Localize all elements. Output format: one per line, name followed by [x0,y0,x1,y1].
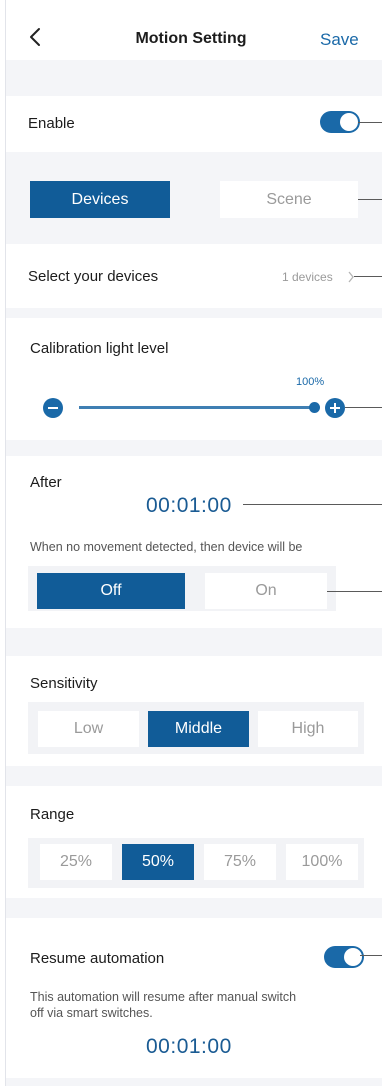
callout-line [358,199,382,200]
callout-line [243,504,382,505]
after-card: After 00:01:00 When no movement detected… [6,456,382,628]
select-devices-row[interactable]: Select your devices 1 devices [6,244,382,308]
after-description: When no movement detected, then device w… [30,540,303,554]
range-25[interactable]: 25% [40,844,112,880]
option-on[interactable]: On [205,573,327,609]
resume-label: Resume automation [30,950,165,967]
save-button[interactable]: Save [320,30,359,50]
tab-scene[interactable]: Scene [220,181,358,218]
enable-label: Enable [28,115,75,132]
sensitivity-middle[interactable]: Middle [148,711,249,747]
range-card: Range 25% 50% 75% 100% [6,786,382,898]
option-off[interactable]: Off [37,573,185,609]
sensitivity-card: Sensitivity Low Middle High [6,656,382,766]
sensitivity-label: Sensitivity [30,675,98,692]
resume-description-line1: This automation will resume after manual… [30,990,297,1004]
resume-description-line2: off via smart switches. [30,1006,153,1020]
calibration-slider-thumb[interactable] [309,402,320,413]
toggle-knob [340,113,358,131]
calibration-card: Calibration light level 100% [6,318,382,440]
callout-line [327,591,382,592]
motion-setting-screen: Motion Setting Save Enable Devices Scene… [0,0,382,1086]
callout-line [358,122,382,123]
select-devices-label: Select your devices [28,268,159,285]
range-75[interactable]: 75% [204,844,276,880]
tab-devices[interactable]: Devices [30,181,170,218]
callout-line [345,407,382,408]
range-label: Range [30,806,75,823]
resume-card: Resume automation This automation will r… [6,918,382,1078]
device-count: 1 devices [282,270,333,284]
chevron-right-icon [348,271,354,283]
resume-time[interactable]: 00:01:00 [146,1035,232,1059]
resume-toggle[interactable] [324,946,364,968]
sensitivity-high[interactable]: High [258,711,358,747]
enable-row: Enable [6,96,382,152]
after-label: After [30,474,62,491]
after-time[interactable]: 00:01:00 [146,494,232,518]
calibration-value: 100% [296,376,325,388]
increase-button[interactable] [325,398,345,418]
range-100[interactable]: 100% [286,844,358,880]
calibration-slider-track[interactable] [79,406,315,409]
sensitivity-low[interactable]: Low [38,711,139,747]
enable-toggle[interactable] [320,111,360,133]
callout-line [354,276,382,277]
decrease-button[interactable] [43,398,63,418]
range-50[interactable]: 50% [122,844,194,880]
callout-line [360,955,382,956]
calibration-label: Calibration light level [30,340,169,357]
toggle-knob [344,948,362,966]
